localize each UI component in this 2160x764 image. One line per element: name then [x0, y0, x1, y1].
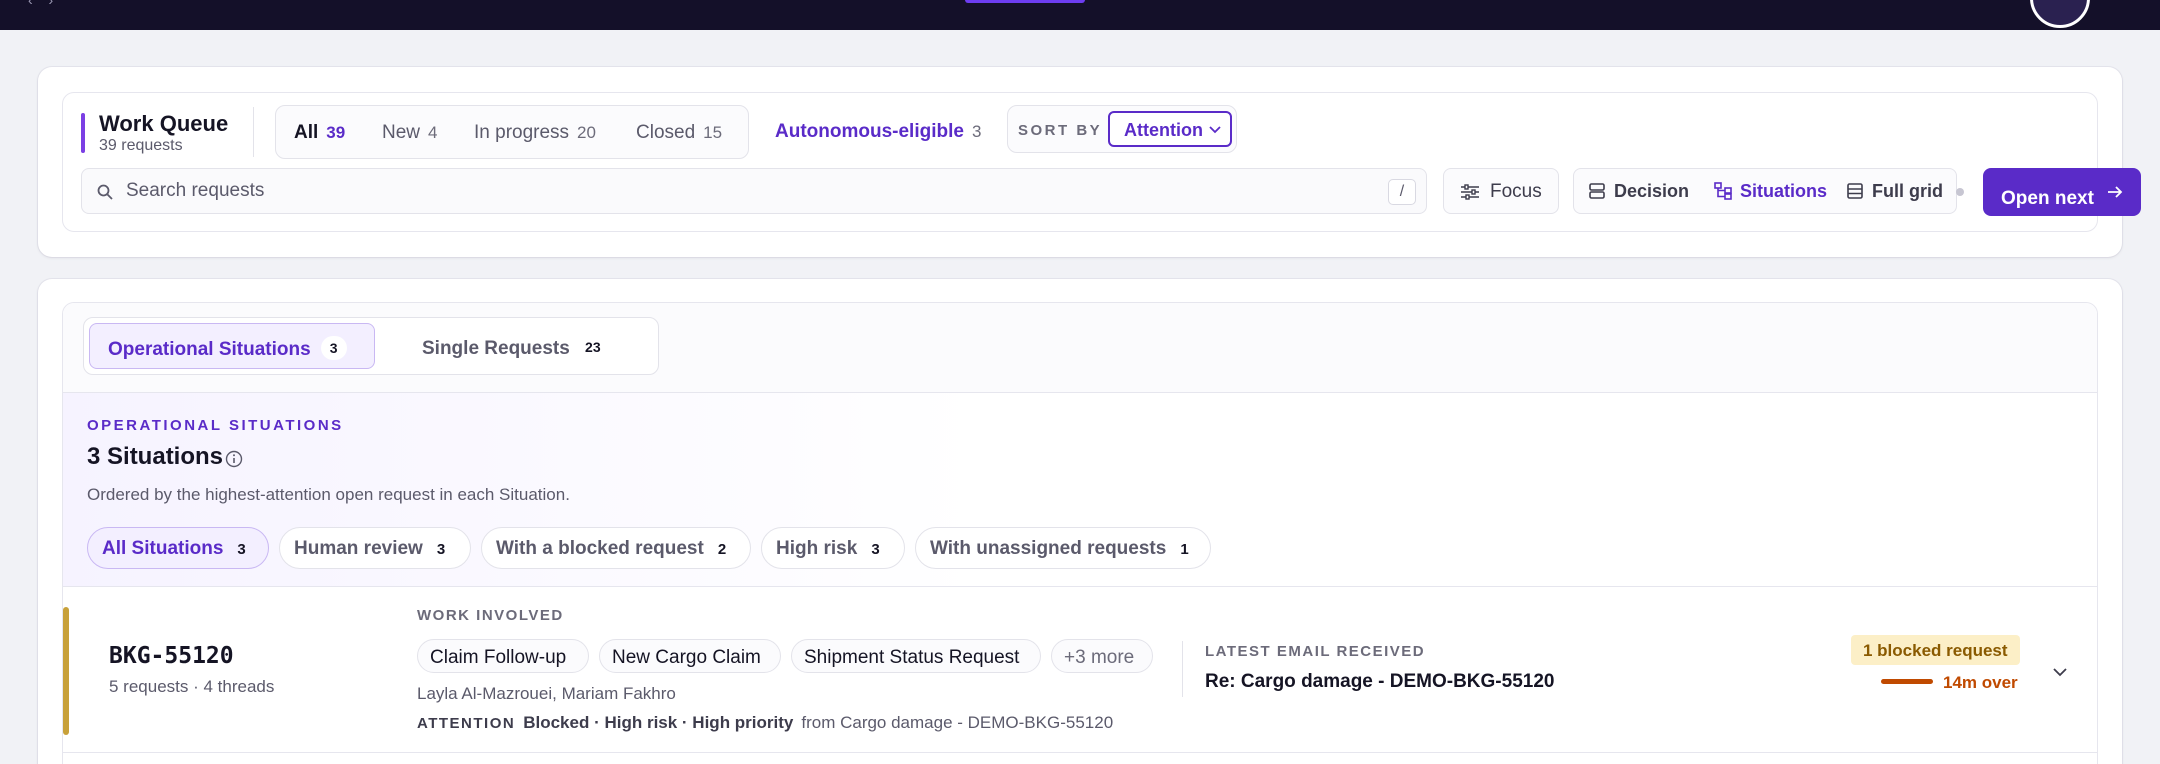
filter-unassigned-requests[interactable]: With unassigned requests 1: [915, 527, 1211, 569]
work-queue-toolbar-card: Work Queue 39 requests All 39 New 4 In pro…: [38, 67, 2141, 257]
active-nav-indicator: [965, 0, 1085, 3]
tab-single-requests[interactable]: Single Requests 23: [404, 323, 644, 369]
request-type-tabbar: Operational Situations 3 Single Requests 2…: [63, 303, 2097, 393]
status-tab-all[interactable]: All 39: [294, 122, 345, 144]
situations-overview: OPERATIONAL SITUATIONS 3 Situations Orde…: [63, 393, 2097, 587]
latest-email-subject[interactable]: Re: Cargo damage - DEMO-BKG-55120: [1205, 671, 1554, 693]
divider: [253, 107, 254, 157]
autonomous-eligible-filter[interactable]: Autonomous-eligible 3: [775, 121, 981, 143]
search-shortcut-key: /: [1388, 179, 1416, 205]
top-navigation-bar: ‹ ›: [0, 0, 2160, 30]
view-decision-button[interactable]: Decision: [1588, 181, 1689, 202]
status-tab-closed[interactable]: Closed 15: [636, 122, 722, 144]
divider: [1182, 641, 1183, 697]
attention-value: Blocked · High risk · High priority: [523, 713, 794, 732]
overdue-text: 14m over: [1943, 673, 2018, 692]
sliders-icon: [1461, 184, 1479, 200]
view-situations-button[interactable]: Situations: [1714, 181, 1827, 202]
assignees: Layla Al-Mazrouei, Mariam Fakhro: [417, 684, 676, 703]
title-accent-bar: [81, 113, 85, 153]
chevron-down-icon[interactable]: [2051, 665, 2069, 679]
open-next-button[interactable]: Open next: [1983, 168, 2141, 216]
focus-label: Focus: [1490, 181, 1542, 202]
situation-id: BKG-55120: [109, 643, 234, 669]
sort-control: SORT BY Attention: [1007, 105, 1237, 153]
filter-high-risk[interactable]: High risk 3: [761, 527, 905, 569]
focus-button[interactable]: Focus: [1443, 168, 1559, 214]
work-involved-label: WORK INVOLVED: [417, 607, 564, 624]
request-count: 39 requests: [99, 137, 183, 154]
section-title: 3 Situations: [87, 443, 224, 470]
sort-label: SORT BY: [1018, 122, 1103, 139]
view-full-grid-button[interactable]: Full grid: [1846, 181, 1943, 202]
status-tab-in-progress[interactable]: In progress 20: [474, 122, 596, 144]
situation-row[interactable]: BKG-55120 5 requests · 4 threads WORK IN…: [63, 587, 2097, 753]
tab-count-badge: 23: [579, 335, 606, 359]
arrow-right-icon: [2108, 186, 2123, 198]
attention-source: from Cargo damage - DEMO-BKG-55120: [801, 713, 1114, 732]
work-tag: New Cargo Claim: [599, 639, 781, 673]
section-description: Ordered by the highest-attention open re…: [87, 485, 570, 504]
chevron-down-icon: [1209, 126, 1221, 134]
user-avatar[interactable]: [2030, 0, 2090, 28]
work-tag: Shipment Status Request: [791, 639, 1041, 673]
section-kicker: OPERATIONAL SITUATIONS: [87, 417, 344, 434]
grid-icon: [1847, 183, 1863, 199]
blocked-request-badge: 1 blocked request: [1851, 635, 2020, 665]
page-title: Work Queue: [99, 111, 229, 136]
latest-email-label: LATEST EMAIL RECEIVED: [1205, 643, 1426, 660]
nav-glyphs: ‹ ›: [28, 0, 60, 8]
info-icon[interactable]: [225, 450, 243, 468]
attention-summary: ATTENTION Blocked · High risk · High prio…: [417, 713, 1113, 733]
situation-meta: 5 requests · 4 threads: [109, 677, 275, 696]
status-filter-group: All 39 New 4 In progress 20 Closed 15: [275, 105, 749, 159]
request-type-tabs: Operational Situations 3 Single Requests 2…: [83, 317, 659, 375]
sort-value: Attention: [1124, 120, 1203, 140]
more-tags-button[interactable]: +3 more: [1051, 639, 1153, 673]
filter-all-situations[interactable]: All Situations 3: [87, 527, 269, 569]
hierarchy-icon: [1714, 182, 1732, 200]
view-switcher: Decision Situations Full grid: [1573, 168, 1957, 214]
attention-label: ATTENTION: [417, 715, 516, 732]
status-tab-new[interactable]: New 4: [382, 122, 437, 144]
search-icon: [97, 184, 113, 200]
attention-accent-bar: [63, 607, 69, 735]
search-input[interactable]: [126, 177, 1346, 205]
rows-icon: [1589, 183, 1605, 199]
search-field: /: [81, 168, 1427, 214]
work-queue-toolbar: Work Queue 39 requests All 39 New 4 In pro…: [62, 92, 2141, 232]
situations-card: Operational Situations 3 Single Requests 2…: [38, 279, 2122, 764]
tab-operational-situations[interactable]: Operational Situations 3: [89, 323, 375, 369]
status-dot: [1956, 188, 1964, 196]
overdue-bar: [1881, 679, 1933, 684]
tab-count-badge: 3: [320, 336, 347, 360]
row-divider: [63, 752, 2097, 753]
open-next-label: Open next: [2001, 187, 2094, 209]
sort-select[interactable]: Attention: [1108, 111, 1232, 147]
filter-blocked-request[interactable]: With a blocked request 2: [481, 527, 751, 569]
situations-panel: Operational Situations 3 Single Requests 2…: [62, 302, 2098, 764]
filter-human-review[interactable]: Human review 3: [279, 527, 471, 569]
sla-overdue: 14m over: [1881, 673, 2018, 693]
work-tag: Claim Follow-up: [417, 639, 589, 673]
